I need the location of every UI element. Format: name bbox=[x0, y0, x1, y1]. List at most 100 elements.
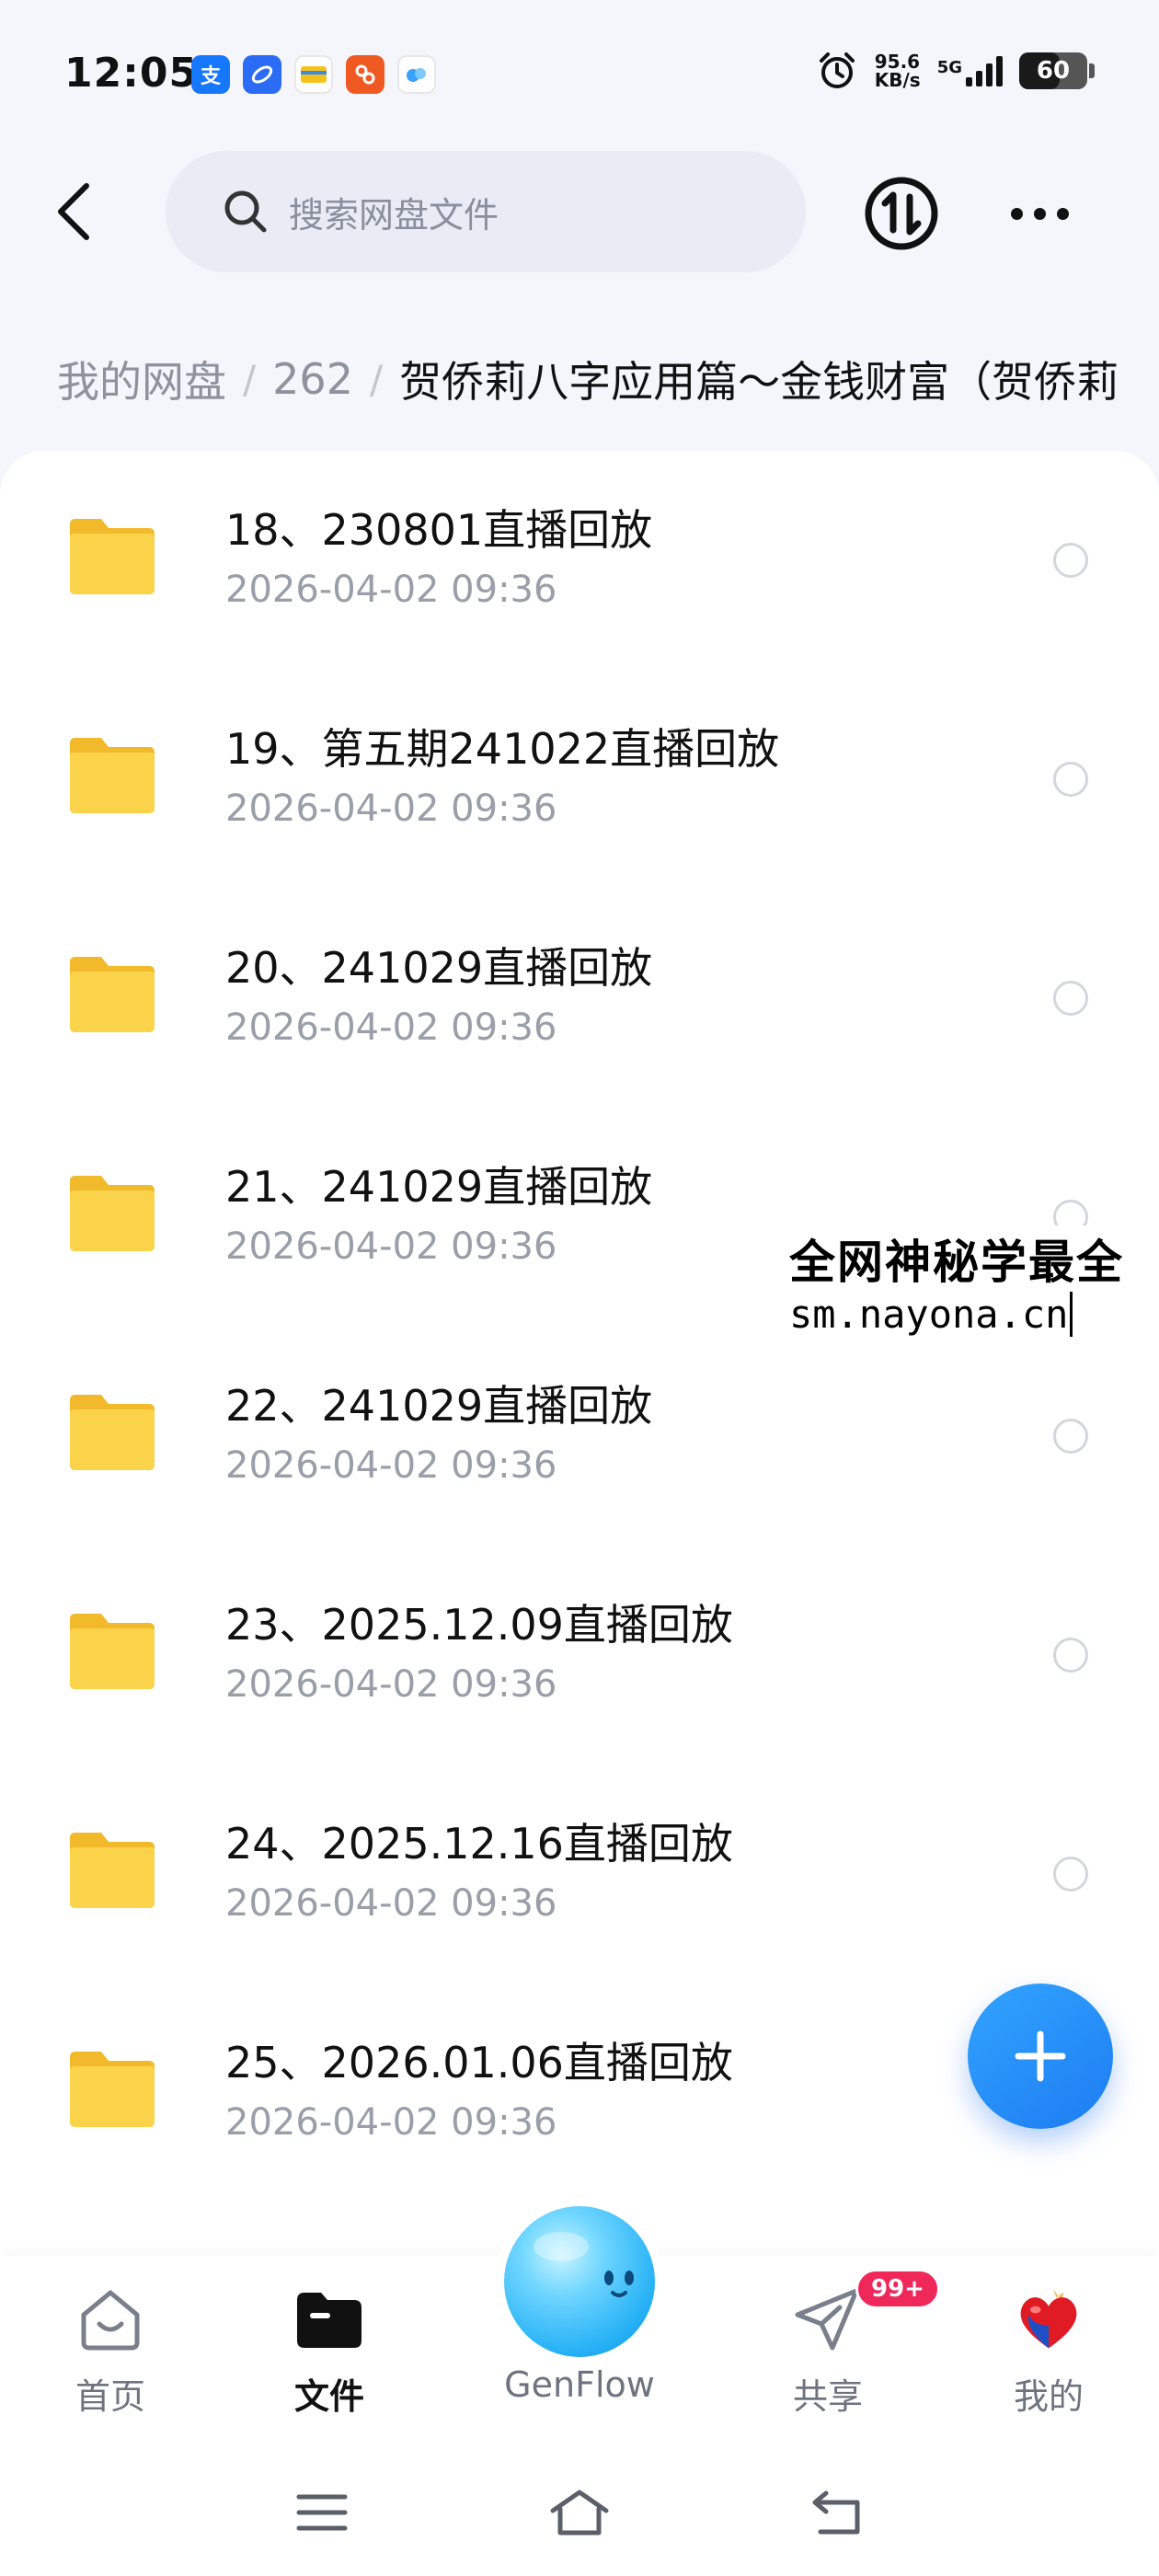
orange-app-icon bbox=[346, 55, 384, 94]
battery-indicator: 60 bbox=[1019, 52, 1095, 89]
folder-name: 23、2025.12.09直播回放 bbox=[225, 1600, 733, 1650]
breadcrumb-separator: / bbox=[243, 356, 257, 402]
breadcrumb-separator: / bbox=[369, 356, 384, 402]
home-system-button[interactable] bbox=[543, 2480, 616, 2545]
card-app-icon bbox=[294, 55, 333, 94]
folder-name: 19、第五期241022直播回放 bbox=[225, 724, 780, 774]
folder-date: 2026-04-02 09:36 bbox=[225, 569, 557, 611]
folder-name: 20、241029直播回放 bbox=[225, 943, 653, 993]
recent-apps-button[interactable] bbox=[285, 2480, 359, 2545]
app-screen: 12:05 支 95.6 KB/s 5G 60 搜索网盘文件 我的网盘 / 26… bbox=[0, 0, 1159, 2576]
folder-icon bbox=[70, 519, 155, 594]
menu-icon bbox=[296, 2494, 348, 2531]
folder-row[interactable]: 22、241029直播回放 2026-04-02 09:36 bbox=[0, 1327, 1159, 1546]
file-list: 18、230801直播回放 2026-04-02 09:36 19、第五期241… bbox=[0, 451, 1159, 2263]
folder-date: 2026-04-02 09:36 bbox=[225, 1225, 557, 1268]
network-speed-unit: KB/s bbox=[874, 69, 921, 91]
folder-name: 18、230801直播回放 bbox=[225, 505, 653, 555]
folder-icon bbox=[293, 2283, 365, 2355]
system-nav-bar bbox=[0, 2458, 1159, 2576]
battery-tip bbox=[1089, 63, 1095, 78]
folder-name: 21、241029直播回放 bbox=[225, 1162, 653, 1212]
folder-date: 2026-04-02 09:36 bbox=[225, 788, 557, 830]
folder-date: 2026-04-02 09:36 bbox=[225, 1444, 557, 1487]
status-indicators: 95.6 KB/s 5G 60 bbox=[816, 50, 1095, 92]
status-bar: 12:05 支 95.6 KB/s 5G 60 bbox=[0, 0, 1159, 147]
select-checkbox[interactable] bbox=[1053, 543, 1088, 578]
search-icon bbox=[224, 190, 267, 233]
blue-app-icon bbox=[243, 55, 281, 94]
select-checkbox[interactable] bbox=[1053, 981, 1088, 1016]
battery-level: 60 bbox=[1036, 57, 1071, 85]
nav-label-home: 首页 bbox=[75, 2376, 145, 2417]
more-options-button[interactable] bbox=[1003, 184, 1076, 243]
folder-row[interactable]: 23、2025.12.09直播回放 2026-04-02 09:36 bbox=[0, 1546, 1159, 1765]
select-checkbox[interactable] bbox=[1053, 1857, 1088, 1892]
watermark-line-2: sm.nayona.cn bbox=[789, 1292, 1073, 1337]
watermark-text: 全网神秘学最全 sm.nayona.cn bbox=[784, 1225, 1130, 1337]
genflow-button[interactable] bbox=[495, 2197, 664, 2366]
avatar bbox=[1013, 2283, 1084, 2355]
folder-date: 2026-04-02 09:36 bbox=[225, 2101, 557, 2144]
nav-label-share: 共享 bbox=[792, 2376, 863, 2417]
folder-name: 25、2026.01.06直播回放 bbox=[225, 2038, 733, 2087]
folder-date: 2026-04-02 09:36 bbox=[225, 1882, 557, 1925]
transfer-list-button[interactable] bbox=[863, 175, 940, 252]
paper-plane-icon bbox=[792, 2283, 864, 2355]
folder-date: 2026-04-02 09:36 bbox=[225, 1663, 557, 1706]
status-time: 12:05 bbox=[64, 50, 199, 97]
nav-item-files[interactable]: 文件 bbox=[256, 2283, 403, 2419]
genflow-app-icon bbox=[397, 55, 436, 94]
add-button[interactable] bbox=[968, 1984, 1113, 2129]
signal-bars-icon bbox=[966, 55, 1003, 86]
more-dot-icon bbox=[1010, 207, 1023, 220]
chevron-left-icon bbox=[58, 183, 89, 240]
folder-icon bbox=[70, 1395, 155, 1470]
network-type: 5G bbox=[936, 58, 962, 77]
folder-name: 22、241029直播回放 bbox=[225, 1381, 653, 1431]
breadcrumb: 我的网盘 / 262 / 贺侨莉八字应用篇～金钱财富（贺侨莉 bbox=[57, 342, 1159, 416]
select-checkbox[interactable] bbox=[1053, 1638, 1088, 1673]
back-arrow-icon bbox=[812, 2490, 860, 2535]
nav-label-files: 文件 bbox=[293, 2376, 364, 2417]
watermark-line-1: 全网神秘学最全 bbox=[789, 1236, 1124, 1289]
folder-icon bbox=[70, 1176, 155, 1251]
back-system-button[interactable] bbox=[800, 2480, 874, 2545]
search-input[interactable]: 搜索网盘文件 bbox=[166, 151, 806, 272]
back-button[interactable] bbox=[46, 175, 101, 248]
nav-label-me: 我的 bbox=[1013, 2376, 1084, 2417]
folder-icon bbox=[70, 2052, 155, 2127]
folder-row[interactable]: 19、第五期241022直播回放 2026-04-02 09:36 bbox=[0, 670, 1159, 889]
network-speed-value: 95.6 bbox=[874, 51, 921, 73]
select-checkbox[interactable] bbox=[1053, 1419, 1088, 1454]
genflow-mascot-icon bbox=[504, 2206, 655, 2357]
select-checkbox[interactable] bbox=[1053, 762, 1088, 797]
folder-icon bbox=[70, 738, 155, 813]
more-dot-icon bbox=[1033, 207, 1046, 220]
folder-icon bbox=[70, 957, 155, 1032]
folder-row[interactable]: 24、2025.12.16直播回放 2026-04-02 09:36 bbox=[0, 1765, 1159, 1984]
battery-icon: 60 bbox=[1019, 52, 1087, 89]
breadcrumb-current: 贺侨莉八字应用篇～金钱财富（贺侨莉 bbox=[399, 357, 1119, 407]
nav-item-home[interactable]: 首页 bbox=[37, 2283, 184, 2419]
breadcrumb-item-262[interactable]: 262 bbox=[272, 354, 353, 404]
home-icon bbox=[75, 2283, 146, 2355]
nav-item-me[interactable]: 我的 bbox=[975, 2283, 1122, 2419]
nav-label-genflow: GenFlow bbox=[504, 2364, 655, 2405]
folder-name: 24、2025.12.16直播回放 bbox=[225, 1819, 733, 1869]
search-placeholder: 搜索网盘文件 bbox=[289, 194, 499, 236]
alarm-icon bbox=[819, 52, 855, 88]
status-app-icons: 支 bbox=[191, 55, 436, 94]
alipay-app-icon: 支 bbox=[191, 55, 230, 94]
plus-icon bbox=[1015, 2030, 1066, 2082]
folder-icon bbox=[70, 1614, 155, 1689]
home-outline-icon bbox=[550, 2490, 609, 2536]
breadcrumb-item-root[interactable]: 我的网盘 bbox=[57, 349, 226, 409]
cellular-signal: 5G bbox=[937, 55, 1003, 86]
more-dot-icon bbox=[1056, 207, 1069, 220]
folder-row[interactable]: 20、241029直播回放 2026-04-02 09:36 bbox=[0, 889, 1159, 1108]
network-speed: 95.6 KB/s bbox=[875, 52, 921, 89]
folder-date: 2026-04-02 09:36 bbox=[225, 1006, 557, 1049]
folder-row[interactable]: 18、230801直播回放 2026-04-02 09:36 bbox=[0, 451, 1159, 670]
folder-icon bbox=[70, 1833, 155, 1908]
